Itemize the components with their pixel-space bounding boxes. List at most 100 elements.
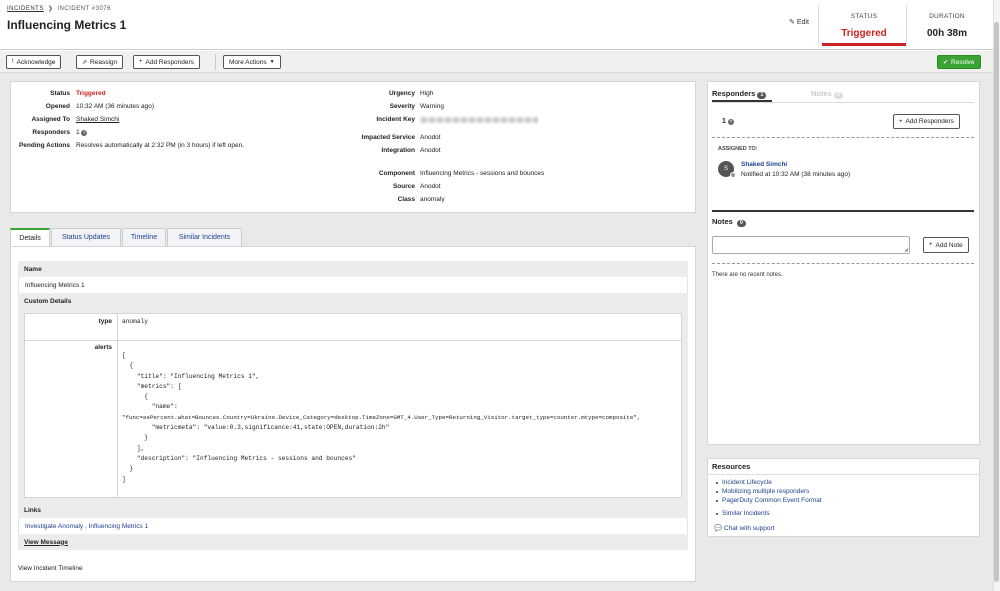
assignee-name-link[interactable]: Shaked Simchi <box>741 161 787 168</box>
alerts-label: alerts <box>94 344 112 351</box>
help-icon[interactable]: ? <box>81 130 88 136</box>
breadcrumb-current: INCIDENT #3076 <box>57 6 111 12</box>
json-line: "description": "Influencing Metrics - se… <box>122 454 356 462</box>
class-value: anomaly <box>420 196 445 203</box>
resource-link[interactable]: PagerDuty Common Event Format <box>722 497 822 504</box>
edit-button[interactable]: ✎ Edit <box>789 18 809 26</box>
summary-responders-value: 1 ? <box>76 129 88 136</box>
notes-heading: Notes 0 <box>712 217 746 227</box>
json-line: [ <box>122 352 126 359</box>
bullet-icon <box>716 513 718 515</box>
divider <box>818 6 819 44</box>
acknowledge-button[interactable]: ! Acknowledge <box>6 55 62 69</box>
investigate-anomaly-link[interactable]: Investigate Anomaly , Influencing Metric… <box>18 518 688 534</box>
chat-support-label: Chat with support <box>723 525 775 532</box>
summary-label: Severity <box>389 103 415 110</box>
plus-icon: + <box>929 242 933 248</box>
duration-value: 00h 38m <box>926 28 968 39</box>
acknowledge-label: Acknowledge <box>16 58 56 66</box>
reassign-button[interactable]: ⇗ Reassign <box>76 55 124 69</box>
note-textarea[interactable]: ◢ <box>712 236 910 254</box>
integration-link[interactable]: Anodot <box>420 147 441 154</box>
status-value: Triggered <box>841 28 887 39</box>
pending-actions-value: Resolves automatically at 2:32 PM (in 3 … <box>76 142 244 149</box>
assignee-link[interactable]: Shaked Simchi <box>76 116 119 123</box>
severity-value: Warning <box>420 103 444 110</box>
bullet-icon <box>716 491 718 493</box>
responder-total: 1 ? <box>722 118 734 125</box>
resource-link[interactable]: Incident Lifecycle <box>722 479 772 486</box>
name-header: Name <box>18 261 688 277</box>
resize-handle-icon[interactable]: ◢ <box>904 247 908 253</box>
json-line: } <box>122 465 134 473</box>
resources-title: Resources <box>712 462 751 471</box>
add-note-button[interactable]: + Add Note <box>923 237 969 253</box>
resolve-button[interactable]: ✔ Resolve <box>937 55 981 69</box>
bullet-icon <box>716 482 718 484</box>
view-message-link[interactable]: View Message <box>18 534 688 550</box>
summary-label: Urgency <box>388 90 415 97</box>
json-line: "title": "Influencing Metrics 1", <box>122 372 260 380</box>
summary-label: Class <box>397 196 415 203</box>
json-line: { <box>122 362 134 370</box>
pencil-icon: ✎ <box>789 19 795 26</box>
tab-details[interactable]: Details <box>10 228 50 247</box>
json-line: "name": <box>122 403 178 411</box>
tab-timeline[interactable]: Timeline <box>122 228 166 246</box>
summary-opened-value: 10:32 AM (36 minutes ago) <box>76 103 155 110</box>
resource-link[interactable]: Mobilizing multiple responders <box>722 488 809 495</box>
view-incident-timeline-link[interactable]: View Incident Timeline <box>18 565 83 572</box>
add-responders-label: Add Responders <box>145 58 194 66</box>
summary-label: Status <box>50 90 70 97</box>
json-line: { <box>122 393 148 401</box>
add-user-icon: + <box>899 118 903 125</box>
notes-count-badge: 0 <box>833 92 843 99</box>
status-dot-icon <box>730 172 736 178</box>
action-bar: ! Acknowledge ⇗ Reassign + Add Responders M… <box>0 51 993 73</box>
divider <box>117 313 118 498</box>
responders-count: 1 <box>76 129 80 136</box>
urgency-value: High <box>420 90 434 97</box>
bullet-icon <box>716 500 718 502</box>
divider <box>707 474 980 475</box>
source-value: Anodot <box>420 183 441 190</box>
scrollbar-thumb[interactable] <box>994 22 999 582</box>
type-label: type <box>98 318 112 325</box>
notes-title: Notes <box>712 217 733 226</box>
caret-down-icon: ▼ <box>269 59 275 65</box>
json-line: ], <box>122 444 145 452</box>
component-value: Influencing Metrics - sessions and bounc… <box>420 170 545 177</box>
json-line: } <box>122 434 148 442</box>
divider <box>24 340 682 341</box>
breadcrumb-separator-icon: ❯ <box>47 6 54 12</box>
divider <box>712 210 974 212</box>
json-line: "metrics": [ <box>122 382 182 390</box>
tab-notes[interactable]: Notes 0 <box>811 89 843 99</box>
duration-label: DURATION <box>929 13 965 20</box>
add-user-icon: + <box>139 59 143 65</box>
breadcrumb-incidents-link[interactable]: INCIDENTS <box>7 6 44 12</box>
tab-responders[interactable]: Responders 1 <box>712 89 767 99</box>
add-responders-button[interactable]: + Add Responders <box>133 55 200 69</box>
similar-incidents-link[interactable]: Similar Incidents <box>722 510 770 517</box>
panel-add-responders-button[interactable]: + Add Responders <box>893 114 960 129</box>
divider <box>215 54 216 70</box>
page-title: Influencing Metrics 1 <box>7 18 127 32</box>
responder-total-count: 1 <box>722 118 726 125</box>
tab-similar-incidents[interactable]: Similar Incidents <box>167 228 242 246</box>
summary-label: Source <box>392 183 415 190</box>
summary-label: Pending Actions <box>18 142 70 149</box>
exclamation-icon: ! <box>12 59 14 65</box>
summary-label: Incident Key <box>376 116 415 123</box>
divider <box>712 102 974 103</box>
tab-status-updates[interactable]: Status Updates <box>51 228 121 246</box>
responders-count-badge: 1 <box>757 92 767 99</box>
more-actions-dropdown[interactable]: More Actions ▼ <box>223 55 281 69</box>
type-value: anomaly <box>122 318 148 325</box>
assignee-notification: Notified at 10:32 AM (38 minutes ago) <box>741 171 851 178</box>
chat-support-link[interactable]: 💬 Chat with support <box>714 524 775 532</box>
divider <box>712 137 974 138</box>
reassign-icon: ⇗ <box>82 59 88 66</box>
help-icon[interactable]: ? <box>727 119 734 125</box>
impacted-service-link[interactable]: Anodot <box>420 134 441 141</box>
